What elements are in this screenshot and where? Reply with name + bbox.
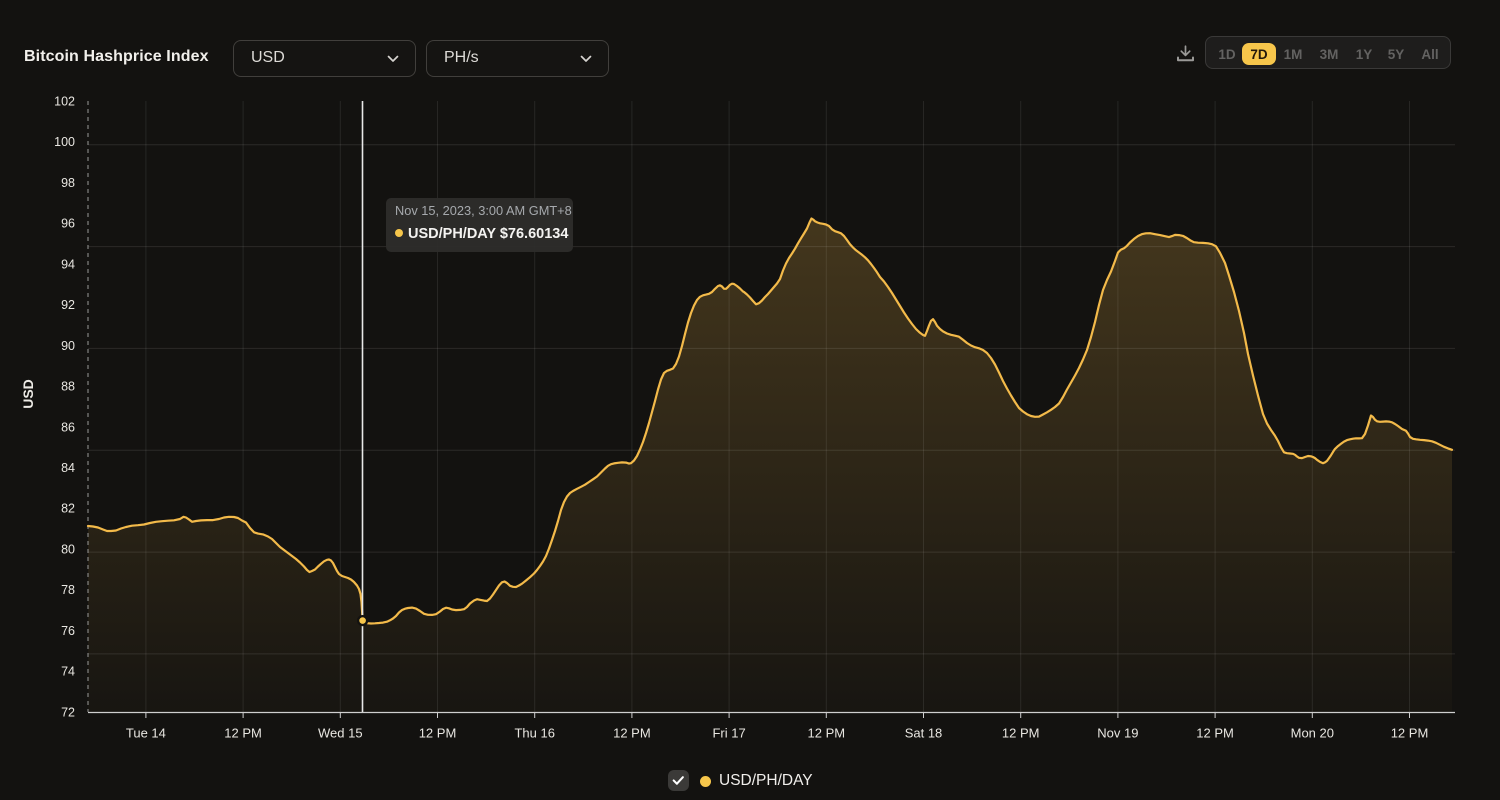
svg-text:80: 80 xyxy=(61,543,75,557)
svg-text:74: 74 xyxy=(61,665,75,679)
svg-text:Thu 16: Thu 16 xyxy=(514,726,554,741)
svg-text:78: 78 xyxy=(61,583,75,597)
svg-text:12 PM: 12 PM xyxy=(419,726,457,741)
svg-text:102: 102 xyxy=(54,94,75,108)
svg-text:92: 92 xyxy=(61,298,75,312)
svg-text:88: 88 xyxy=(61,380,75,394)
svg-text:Fri 17: Fri 17 xyxy=(712,726,745,741)
svg-text:Nov 19: Nov 19 xyxy=(1097,726,1138,741)
svg-text:82: 82 xyxy=(61,502,75,516)
svg-text:USD: USD xyxy=(20,379,36,409)
svg-text:98: 98 xyxy=(61,176,75,190)
svg-text:12 PM: 12 PM xyxy=(1391,726,1429,741)
svg-text:Mon 20: Mon 20 xyxy=(1291,726,1334,741)
svg-text:96: 96 xyxy=(61,217,75,231)
svg-text:12 PM: 12 PM xyxy=(1196,726,1234,741)
svg-text:12 PM: 12 PM xyxy=(224,726,262,741)
svg-text:100: 100 xyxy=(54,135,75,149)
svg-text:72: 72 xyxy=(61,705,75,719)
svg-text:12 PM: 12 PM xyxy=(613,726,651,741)
svg-text:86: 86 xyxy=(61,420,75,434)
svg-text:12 PM: 12 PM xyxy=(1002,726,1040,741)
svg-text:90: 90 xyxy=(61,339,75,353)
svg-text:94: 94 xyxy=(61,257,75,271)
svg-text:12 PM: 12 PM xyxy=(808,726,846,741)
svg-text:Wed 15: Wed 15 xyxy=(318,726,363,741)
svg-text:76: 76 xyxy=(61,624,75,638)
svg-text:Tue 14: Tue 14 xyxy=(126,726,166,741)
svg-text:84: 84 xyxy=(61,461,75,475)
svg-text:Sat 18: Sat 18 xyxy=(905,726,943,741)
